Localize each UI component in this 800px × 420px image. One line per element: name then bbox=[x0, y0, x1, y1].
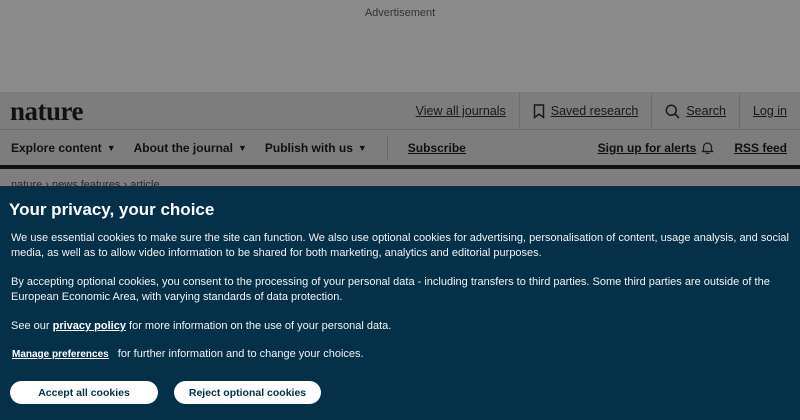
header-rule bbox=[0, 165, 800, 169]
nav-divider bbox=[386, 135, 388, 160]
search-label: Search bbox=[686, 104, 726, 118]
consent-paragraph-essential: We use essential cookies to make sure th… bbox=[11, 232, 789, 259]
nav-publish-label: Publish with us bbox=[264, 140, 353, 155]
nav-subscribe-label: Subscribe bbox=[407, 140, 466, 155]
breadcrumb: nature › news features › article bbox=[11, 179, 160, 186]
consent-paragraph-third-parties: By accepting optional cookies, you conse… bbox=[11, 276, 770, 303]
view-all-journals-link[interactable]: View all journals bbox=[403, 92, 519, 130]
privacy-prefix: See our bbox=[11, 320, 53, 332]
chevron-down-icon: ▼ bbox=[106, 142, 116, 153]
nav-about-journal[interactable]: About the journal ▼ bbox=[134, 141, 247, 155]
consent-paragraph-privacy: See our privacy policy for more informat… bbox=[11, 319, 791, 334]
privacy-policy-link[interactable]: privacy policy bbox=[53, 320, 126, 332]
view-all-journals-label: View all journals bbox=[415, 104, 506, 118]
saved-research-label: Saved research bbox=[550, 104, 639, 118]
sign-up-alerts-link[interactable]: Sign up for alerts bbox=[598, 141, 715, 155]
chevron-down-icon: ▼ bbox=[237, 142, 247, 153]
nav-publish-with-us[interactable]: Publish with us ▼ bbox=[265, 141, 367, 155]
nav-subscribe[interactable]: Subscribe bbox=[408, 141, 466, 155]
nav-explore-label: Explore content bbox=[11, 140, 102, 155]
chevron-down-icon: ▼ bbox=[357, 142, 367, 153]
header-links: View all journals Saved research Search … bbox=[403, 92, 800, 130]
accept-all-cookies-button[interactable]: Accept all cookies bbox=[10, 381, 158, 404]
advertisement-area: Advertisement bbox=[0, 0, 800, 92]
bell-icon bbox=[701, 142, 715, 154]
cookie-consent-panel: Your privacy, your choice We use essenti… bbox=[0, 186, 800, 420]
reject-optional-cookies-button[interactable]: Reject optional cookies bbox=[174, 381, 321, 404]
site-header: nature View all journals Saved research … bbox=[0, 92, 800, 130]
login-link[interactable]: Log in bbox=[738, 92, 800, 130]
rss-label: RSS feed bbox=[734, 140, 787, 155]
nature-logo[interactable]: nature bbox=[10, 96, 84, 127]
search-icon bbox=[665, 104, 680, 119]
nav-about-label: About the journal bbox=[133, 140, 233, 155]
main-nav: Explore content ▼ About the journal ▼ Pu… bbox=[0, 130, 800, 165]
advertisement-label: Advertisement bbox=[364, 7, 436, 19]
login-label: Log in bbox=[752, 104, 787, 118]
alerts-label: Sign up for alerts bbox=[597, 140, 697, 155]
search-link[interactable]: Search bbox=[651, 92, 739, 130]
consent-title: Your privacy, your choice bbox=[9, 200, 215, 219]
manage-preferences-suffix: for further information and to change yo… bbox=[117, 348, 364, 360]
manage-preferences-button[interactable]: Manage preferences bbox=[12, 349, 109, 360]
privacy-suffix: for more information on the use of your … bbox=[125, 320, 392, 332]
nav-explore-content[interactable]: Explore content ▼ bbox=[11, 141, 116, 155]
manage-preferences-line: Manage preferences for further informati… bbox=[12, 348, 364, 360]
rss-feed-link[interactable]: RSS feed bbox=[734, 141, 787, 155]
bookmark-icon bbox=[533, 103, 545, 119]
saved-research-link[interactable]: Saved research bbox=[518, 92, 652, 130]
